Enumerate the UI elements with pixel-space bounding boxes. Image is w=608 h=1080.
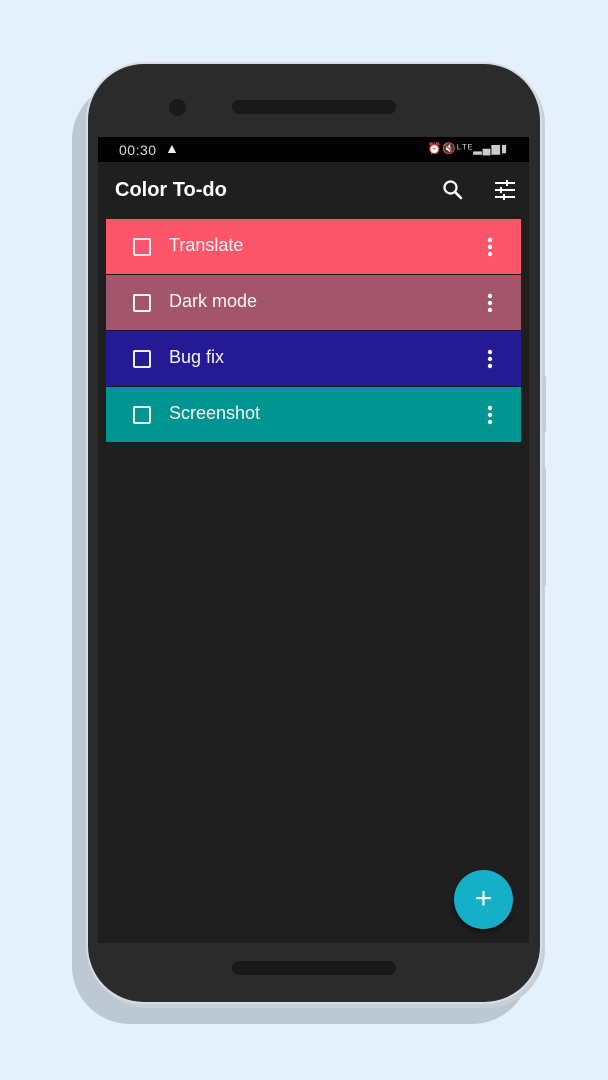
- alarm-icon: ⏰: [427, 143, 443, 155]
- todo-item[interactable]: Screenshot: [106, 387, 521, 443]
- app-screen: 00:30 ▲ ⏰🔇ᴸᵀᴱ▂▄▆▮ Color To-do Translate …: [98, 137, 529, 943]
- todo-item[interactable]: Bug fix: [106, 331, 521, 387]
- filter-button[interactable]: [491, 176, 519, 204]
- todo-checkbox[interactable]: [133, 350, 151, 368]
- todo-list: Translate Dark mode Bug fix Screenshot: [106, 219, 521, 443]
- more-vert-icon: [487, 237, 493, 257]
- todo-label: Bug fix: [169, 347, 225, 367]
- search-icon: [443, 180, 463, 200]
- plus-icon: +: [474, 882, 493, 915]
- more-options-button[interactable]: [479, 403, 501, 427]
- todo-checkbox[interactable]: [133, 406, 151, 424]
- todo-item[interactable]: Dark mode: [106, 275, 521, 331]
- todo-checkbox[interactable]: [133, 294, 151, 312]
- bottom-speaker: [232, 961, 396, 975]
- todo-label: Translate: [169, 235, 244, 255]
- status-bar: 00:30 ▲ ⏰🔇ᴸᵀᴱ▂▄▆▮: [98, 137, 529, 162]
- more-options-button[interactable]: [479, 291, 501, 315]
- earpiece-speaker: [232, 100, 396, 114]
- add-todo-button[interactable]: +: [454, 870, 513, 929]
- more-options-button[interactable]: [479, 347, 501, 371]
- volume-button: [542, 376, 546, 432]
- front-camera: [169, 99, 186, 116]
- mute-icon: 🔇: [442, 143, 458, 155]
- signal-icon: ▂▄▆: [473, 143, 501, 155]
- more-vert-icon: [487, 405, 493, 425]
- battery-icon: ▮: [500, 143, 508, 155]
- status-time: 00:30: [119, 142, 157, 158]
- warning-icon: ▲: [165, 140, 179, 156]
- search-button[interactable]: [439, 176, 467, 204]
- todo-label: Screenshot: [169, 403, 261, 423]
- todo-label: Dark mode: [169, 291, 258, 311]
- tune-icon: [495, 180, 515, 200]
- more-options-button[interactable]: [479, 235, 501, 259]
- app-bar: Color To-do: [98, 162, 529, 218]
- status-icons: ⏰🔇ᴸᵀᴱ▂▄▆▮: [428, 142, 508, 155]
- more-vert-icon: [487, 293, 493, 313]
- more-vert-icon: [487, 349, 493, 369]
- power-button: [542, 468, 546, 586]
- todo-item[interactable]: Translate: [106, 219, 521, 275]
- app-title: Color To-do: [115, 179, 227, 201]
- todo-checkbox[interactable]: [133, 238, 151, 256]
- lte-icon: ᴸᵀᴱ: [457, 143, 474, 155]
